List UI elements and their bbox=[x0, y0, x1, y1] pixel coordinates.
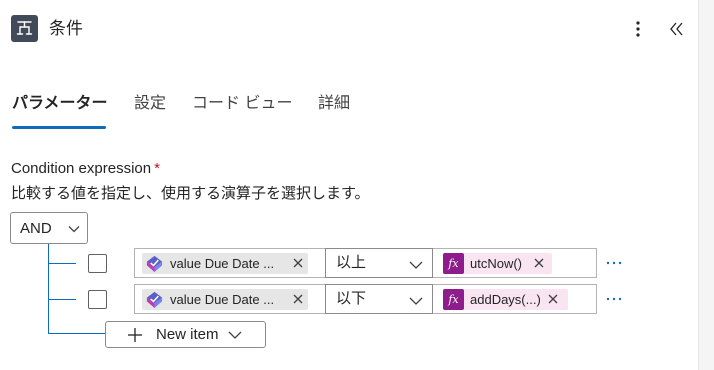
condition-row-1: value Due Date ... 以上 fx utcNow() bbox=[134, 248, 597, 278]
tree-line-vertical bbox=[48, 244, 49, 334]
row-1-right-token[interactable]: fx utcNow() bbox=[443, 253, 552, 274]
remove-token-icon[interactable] bbox=[546, 290, 560, 309]
row-1-operator-dropdown[interactable]: 以上 bbox=[325, 248, 433, 278]
tree-line-row-1 bbox=[48, 263, 76, 264]
row-1-right-value: utcNow() bbox=[470, 256, 523, 271]
row-2-more-button[interactable] bbox=[605, 289, 623, 309]
condition-expression-text: Condition expression bbox=[11, 160, 152, 177]
remove-token-icon[interactable] bbox=[291, 254, 305, 273]
tab-settings[interactable]: 設定 bbox=[134, 94, 166, 114]
condition-row-2: value Due Date ... 以下 fx addDays(...) bbox=[134, 284, 597, 314]
condition-expression-label: Condition expression * bbox=[11, 160, 160, 178]
group-operator-value: AND bbox=[20, 220, 52, 237]
condition-description: 比較する値を指定し、使用する演算子を選択します。 bbox=[11, 185, 370, 202]
new-item-button[interactable]: New item bbox=[105, 321, 266, 348]
row-1-left-token[interactable]: value Due Date ... bbox=[142, 253, 308, 274]
row-1-operator-value: 以上 bbox=[336, 254, 367, 271]
chevron-down-icon bbox=[228, 331, 242, 339]
row-2-left-token[interactable]: value Due Date ... bbox=[142, 289, 308, 310]
double-chevron-left-icon bbox=[670, 22, 683, 36]
remove-token-icon[interactable] bbox=[291, 290, 305, 309]
row-2-operator-value: 以下 bbox=[336, 290, 367, 307]
more-horizontal-icon bbox=[606, 297, 622, 301]
planner-app-icon bbox=[146, 255, 163, 273]
row-2-left-value: value Due Date ... bbox=[170, 292, 275, 307]
planner-app-icon bbox=[146, 291, 163, 309]
chevron-down-icon bbox=[409, 297, 423, 305]
panel-title: 条件 bbox=[49, 19, 83, 38]
plus-icon bbox=[128, 328, 142, 342]
more-horizontal-icon bbox=[606, 261, 622, 265]
row-1-more-button[interactable] bbox=[605, 253, 623, 273]
tree-line-new-item bbox=[48, 333, 106, 334]
chevron-down-icon bbox=[68, 226, 80, 233]
row-2-checkbox[interactable] bbox=[88, 290, 107, 309]
function-icon: fx bbox=[443, 289, 464, 310]
tree-line-row-2 bbox=[48, 299, 76, 300]
tab-details[interactable]: 詳細 bbox=[318, 94, 350, 114]
more-options-button[interactable] bbox=[631, 17, 645, 41]
required-mark: * bbox=[154, 160, 160, 177]
remove-token-icon[interactable] bbox=[532, 254, 546, 273]
tab-code-view[interactable]: コード ビュー bbox=[192, 94, 292, 114]
tab-parameters[interactable]: パラメーター bbox=[12, 94, 108, 114]
collapse-panel-button[interactable] bbox=[668, 17, 686, 41]
more-vertical-icon bbox=[636, 21, 640, 37]
active-tab-indicator bbox=[12, 126, 106, 129]
new-item-label: New item bbox=[156, 326, 219, 343]
vertical-scrollbar[interactable] bbox=[698, 0, 714, 370]
row-2-operator-dropdown[interactable]: 以下 bbox=[325, 284, 433, 314]
row-2-right-value: addDays(...) bbox=[470, 292, 541, 307]
row-2-right-token[interactable]: fx addDays(...) bbox=[443, 289, 568, 310]
condition-icon bbox=[11, 15, 38, 42]
function-icon: fx bbox=[443, 253, 464, 274]
group-operator-dropdown[interactable]: AND bbox=[10, 212, 88, 244]
chevron-down-icon bbox=[409, 261, 423, 269]
row-1-left-value: value Due Date ... bbox=[170, 256, 275, 271]
row-1-checkbox[interactable] bbox=[88, 254, 107, 273]
